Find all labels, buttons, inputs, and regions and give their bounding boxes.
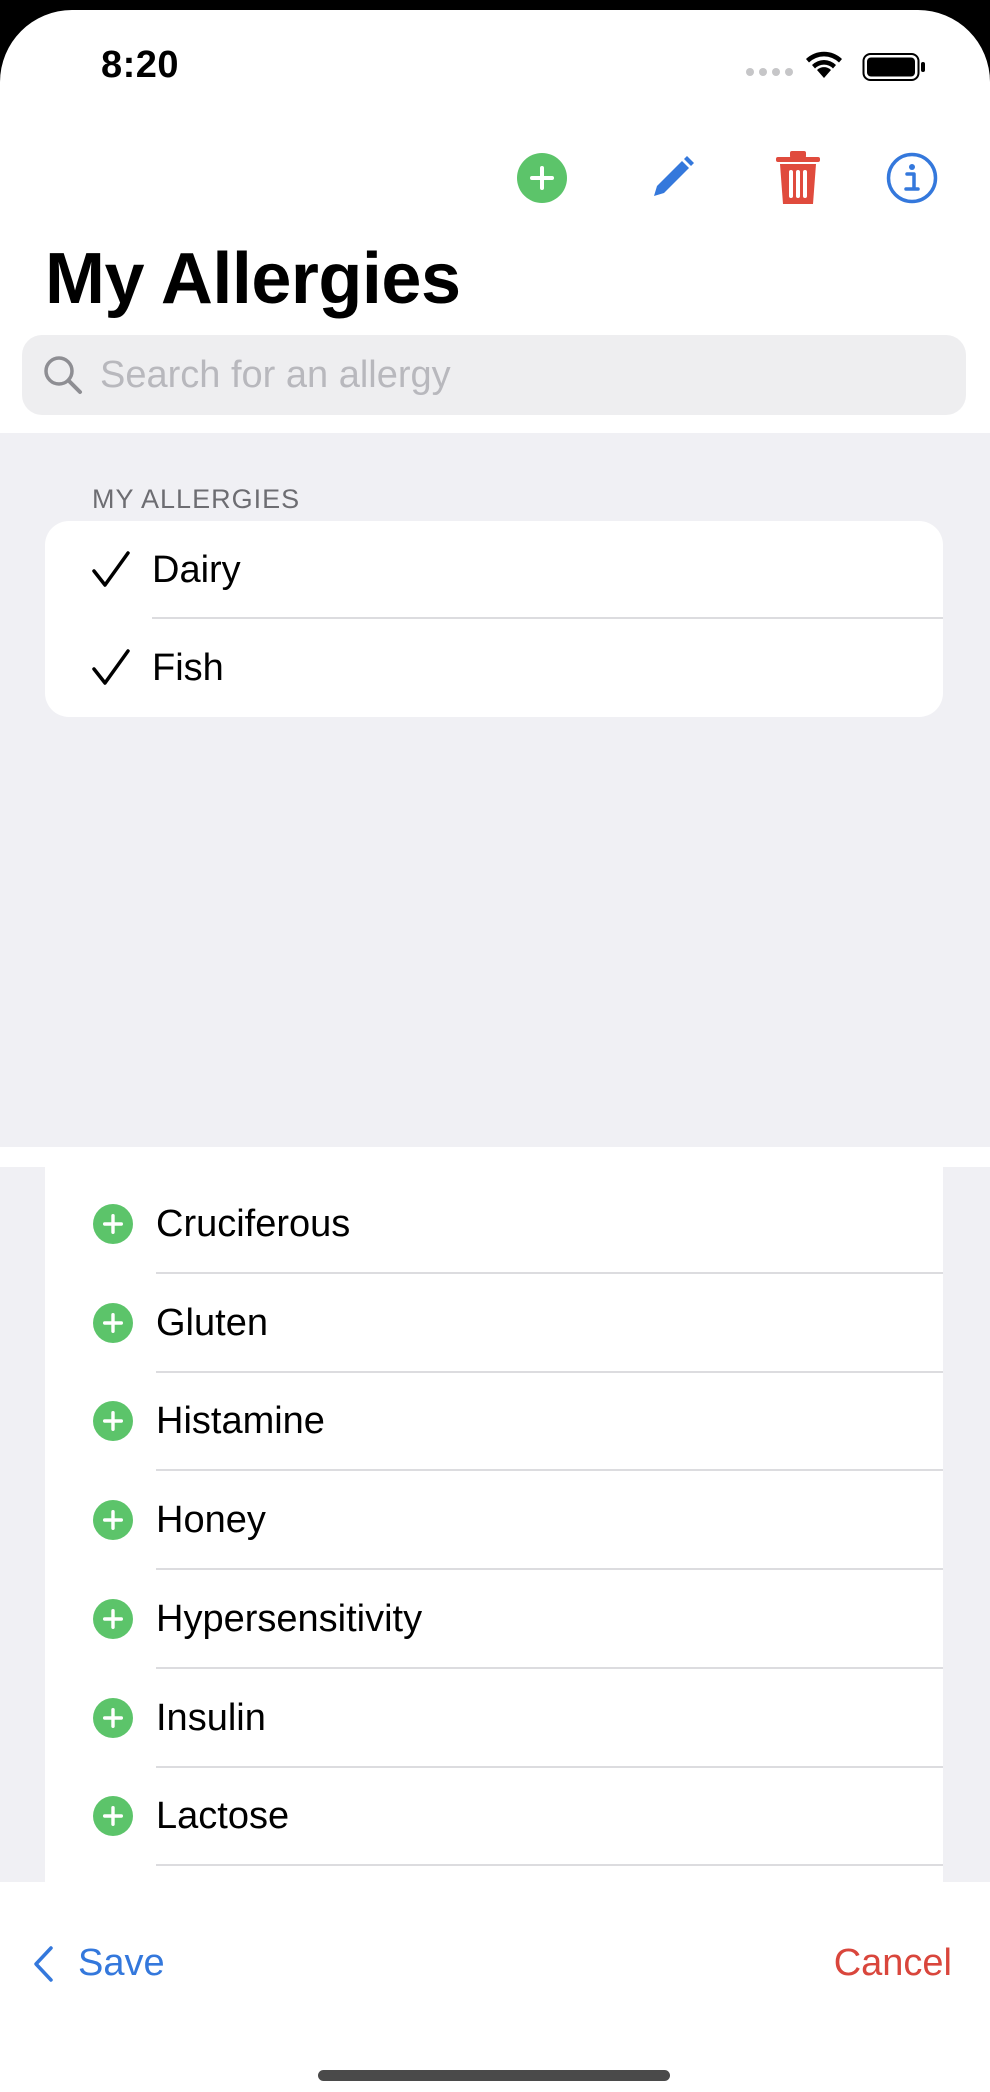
allergy-label: Lactose	[156, 1795, 290, 1838]
allergy-label: Gluten	[156, 1301, 268, 1344]
bottom-bar: Save Cancel	[0, 1882, 990, 2092]
allergy-label: Honey	[156, 1499, 266, 1542]
allergy-row[interactable]: Insulin	[45, 1670, 943, 1768]
edit-button[interactable]	[640, 146, 704, 210]
plus-circle-icon	[93, 1697, 133, 1738]
info-circle-icon	[886, 152, 938, 204]
my-allergy-label: Fish	[152, 646, 224, 689]
wifi-icon	[806, 51, 842, 78]
my-allergies-list: Dairy Fish	[45, 521, 943, 717]
row-separator	[156, 1568, 943, 1571]
allergy-label: Cruciferous	[156, 1203, 351, 1245]
row-separator	[156, 1666, 943, 1669]
chevron-left-icon	[34, 1945, 53, 1982]
checkmark-icon	[92, 649, 130, 685]
trash-icon	[776, 151, 820, 204]
allergy-row[interactable]: Lactose	[45, 1768, 943, 1867]
plus-circle-icon	[93, 1401, 133, 1442]
battery-icon	[862, 53, 925, 81]
my-allergy-row-dairy[interactable]: Dairy	[45, 521, 943, 619]
section-header-my-allergies: MY ALLERGIES	[92, 484, 301, 514]
row-separator	[156, 1765, 943, 1768]
cancel-button[interactable]: Cancel	[834, 1942, 952, 1985]
checkmark-icon	[92, 551, 130, 587]
allergy-label: Hypersensitivity	[156, 1597, 423, 1640]
plus-circle-icon	[93, 1500, 133, 1541]
row-separator	[156, 1864, 943, 1867]
plus-circle-icon	[93, 1598, 133, 1639]
search-icon	[44, 356, 82, 394]
plus-circle-icon	[93, 1796, 133, 1837]
status-bar: 8:20	[0, 10, 990, 130]
allergy-row[interactable]: Honey	[45, 1472, 943, 1571]
search-input[interactable]	[98, 352, 922, 398]
plus-circle-icon	[93, 1204, 133, 1244]
my-allergy-row-fish[interactable]: Fish	[45, 619, 943, 717]
row-separator	[156, 1272, 943, 1274]
app-screen: 8:20 My Allergies Search for an allergy …	[0, 10, 990, 2092]
available-allergies-list: Cruciferous Gluten Histamine Honey Hypersens…	[45, 1167, 943, 1892]
plus-circle-icon	[517, 153, 567, 203]
allergy-row[interactable]: Histamine	[45, 1373, 943, 1472]
search-bar[interactable]	[22, 335, 966, 415]
allergy-label: Insulin	[156, 1696, 266, 1739]
add-allergy-button[interactable]	[510, 146, 574, 210]
save-label: Save	[78, 1942, 165, 1984]
save-button[interactable]: Save	[32, 1942, 165, 1985]
allergy-row[interactable]: Gluten	[45, 1275, 943, 1373]
my-allergy-label: Dairy	[152, 548, 241, 591]
cellular-signal-icon	[746, 68, 793, 76]
home-indicator	[318, 2070, 670, 2081]
plus-circle-icon	[93, 1302, 133, 1343]
pencil-icon	[654, 156, 694, 196]
row-separator	[156, 1469, 943, 1472]
delete-button[interactable]	[766, 146, 830, 210]
info-button[interactable]	[880, 146, 944, 210]
allergy-row[interactable]: Cruciferous	[45, 1176, 943, 1274]
row-separator	[156, 1370, 943, 1373]
allergy-label: Histamine	[156, 1400, 325, 1443]
page-title: My Allergies	[45, 239, 461, 319]
allergy-row[interactable]: Hypersensitivity	[45, 1571, 943, 1669]
available-allergies-section: Cruciferous Gluten Histamine Honey Hypersens…	[0, 1167, 990, 1892]
status-time: 8:20	[101, 44, 180, 86]
